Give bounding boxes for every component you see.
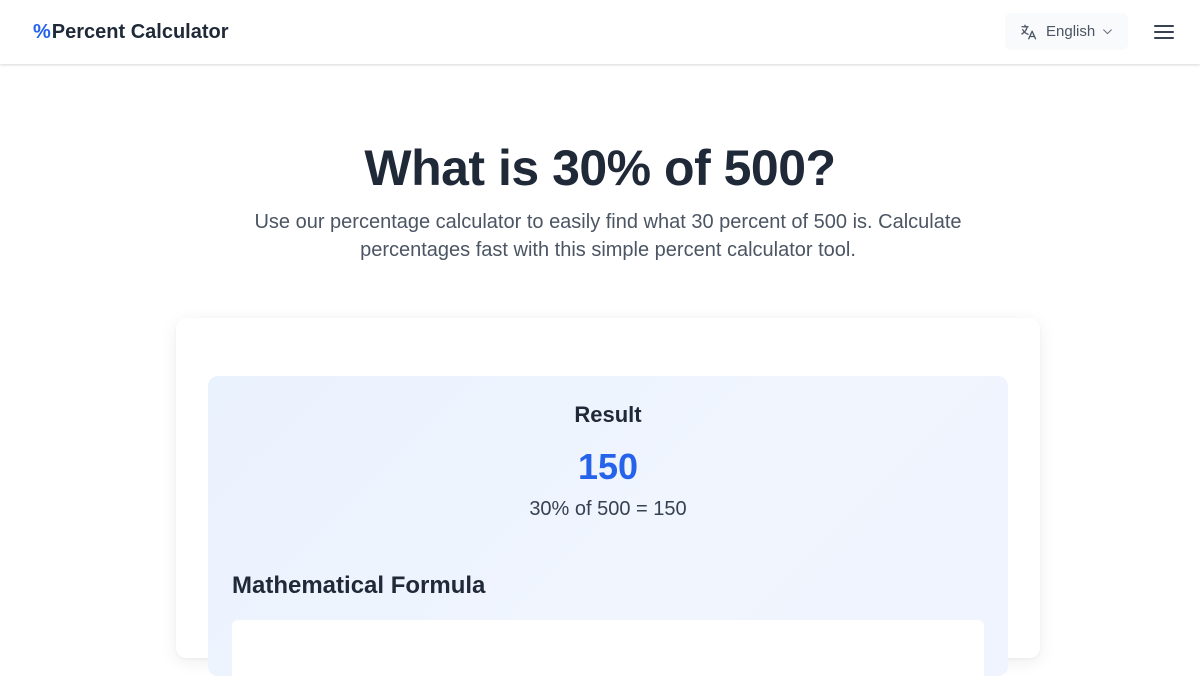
page-title: What is 30% of 500?: [364, 140, 836, 196]
chevron-down-icon: [1101, 25, 1114, 38]
calculator-card: Result 150 30% of 500 = 150 Mathematical…: [176, 318, 1040, 680]
logo-percent-symbol: %: [33, 21, 51, 43]
site-header: % Percent Calculator English: [0, 0, 1200, 64]
formula-box: [232, 620, 984, 680]
logo-text: Percent Calculator: [51, 21, 229, 43]
language-selector[interactable]: English: [1005, 13, 1128, 50]
site-logo[interactable]: % Percent Calculator: [33, 20, 229, 44]
language-label: English: [1046, 23, 1096, 40]
formula-heading: Mathematical Formula: [232, 572, 486, 599]
hamburger-menu-icon[interactable]: [1152, 22, 1176, 42]
result-equation: 30% of 500 = 150: [529, 498, 687, 520]
result-panel: Result 150 30% of 500 = 150 Mathematical…: [208, 376, 1008, 680]
result-heading: Result: [574, 402, 642, 427]
translate-icon: [1019, 23, 1037, 41]
page-subtitle: Use our percentage calculator to easily …: [254, 211, 962, 261]
result-value: 150: [577, 446, 639, 487]
